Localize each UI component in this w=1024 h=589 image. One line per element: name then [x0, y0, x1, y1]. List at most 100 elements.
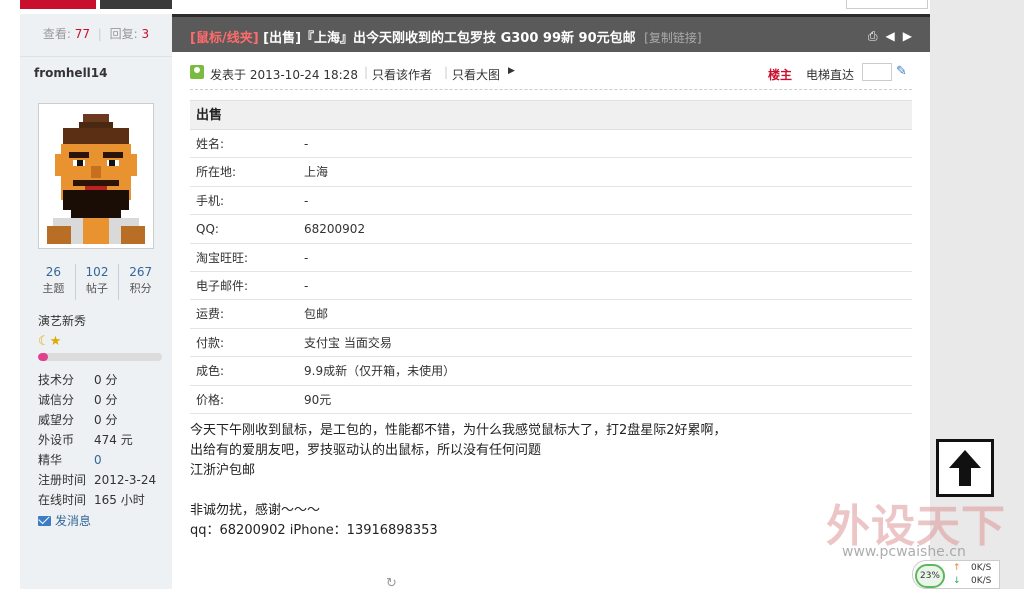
rank-progress-bar [38, 353, 162, 361]
info-value: 0 分 [94, 393, 118, 407]
info-value[interactable]: 0 [94, 450, 102, 470]
info-value: 165 小时 [94, 493, 145, 507]
post-body-blank [190, 481, 890, 501]
info-key: 外设币 [38, 433, 75, 447]
table-key: 淘宝旺旺: [196, 250, 249, 265]
post-body-line: 江浙沪包邮 [190, 463, 256, 478]
next-icon[interactable]: ▶ [903, 29, 912, 44]
table-key: QQ: [196, 222, 219, 237]
title-actions: ⎙ ◀ ▶ [868, 29, 912, 44]
info-value: 0 分 [94, 413, 118, 427]
top-tab-red[interactable] [20, 0, 96, 9]
thread-title-bar: [鼠标/线夹] [出售]『上海』出今天刚收到的工包罗技 G300 99新 90元… [172, 14, 930, 52]
info-key: 威望分 [38, 413, 75, 427]
only-big-image-link[interactable]: 只看大图 [452, 66, 500, 83]
post-body-line: 今天下午刚收到鼠标，是工包的，性能都不错，为什么我感觉鼠标大了，打2盘星际2好累… [190, 423, 727, 438]
network-percent: 23% [915, 564, 945, 588]
count-points-label: 积分 [129, 282, 152, 295]
count-topics[interactable]: 26 主题 [32, 264, 76, 300]
post-body-line: 出给有的爱朋友吧，罗技驱动认的出鼠标，所以没有任何问题 [190, 443, 542, 458]
replies-count: 3 [141, 27, 150, 41]
table-key: 手机: [196, 193, 225, 208]
meta-separator: | [364, 65, 369, 79]
thread-stats: 查看: 77 | 回复: 3 [20, 14, 172, 54]
top-strip [0, 0, 1024, 14]
table-value: 上海 [304, 165, 329, 180]
author-counts: 26 主题 102 帖子 267 积分 [32, 264, 162, 300]
prev-icon[interactable]: ◀ [886, 29, 895, 44]
table-row: 运费: 包邮 [190, 300, 912, 329]
top-search-box[interactable] [846, 0, 928, 9]
table-key: 成色: [196, 364, 225, 379]
info-key: 技术分 [38, 373, 75, 387]
info-value: 2012-3-24 [94, 473, 157, 487]
views-label: 查看: [42, 27, 71, 41]
count-points[interactable]: 267 积分 [119, 264, 162, 300]
info-value: 474 元 [94, 433, 133, 447]
network-speed-widget[interactable]: 23% ↑ 0K/S ↓ 0K/S [912, 560, 1000, 589]
table-row: 价格: 90元 [190, 386, 912, 414]
table-row: 淘宝旺旺: - [190, 244, 912, 272]
table-value: 9.9成新（仅开箱，未使用） [304, 364, 456, 379]
go-icon[interactable]: ✎ [896, 64, 907, 79]
thread-title-text: [出售]『上海』出今天刚收到的工包罗技 G300 99新 90元包邮 [263, 31, 636, 46]
thread-category[interactable]: [鼠标/线夹] [190, 31, 259, 46]
download-arrow-icon: ↓ [953, 576, 961, 586]
author-sidebar: 查看: 77 | 回复: 3 fromhell14 26 主题 102 帖子 2… [20, 14, 172, 589]
table-value: 支付宝 当面交易 [304, 335, 392, 350]
thread-title: [鼠标/线夹] [出售]『上海』出今天刚收到的工包罗技 G300 99新 90元… [190, 27, 702, 46]
table-value: 68200902 [304, 222, 366, 237]
post-body-line: 非诚勿扰，感谢～～～ [190, 503, 321, 518]
info-row: 注册时间 2012-3-24 [38, 470, 168, 490]
count-posts[interactable]: 102 帖子 [76, 264, 120, 300]
table-row: 姓名: - [190, 130, 912, 159]
triangle-right-icon[interactable]: ▶ [508, 66, 515, 76]
info-row: 诚信分 0 分 [38, 390, 168, 410]
table-value: - [304, 137, 309, 151]
stats-separator: | [97, 27, 102, 41]
count-topics-label: 主题 [42, 282, 65, 295]
avatar-image [43, 108, 149, 244]
table-key: 电子邮件: [196, 278, 249, 293]
table-row: 成色: 9.9成新（仅开箱，未使用） [190, 357, 912, 386]
count-topics-number: 26 [45, 265, 61, 279]
back-to-top-icon [949, 450, 981, 486]
posted-time: 发表于 2013-10-24 18:28 [210, 68, 358, 82]
floor-owner-label: 楼主 [768, 68, 793, 82]
copy-link-button[interactable]: [复制链接] [644, 31, 701, 45]
table-value: - [304, 193, 309, 208]
send-message-link[interactable]: 发消息 [38, 512, 91, 529]
post-meta: 发表于 2013-10-24 18:28 | 只看该作者 | 只看大图 ▶ 楼主… [190, 62, 912, 84]
meta-divider [190, 89, 912, 90]
post-body-line: qq：68200902 iPhone：13916898353 [190, 523, 438, 538]
print-icon[interactable]: ⎙ [868, 29, 878, 44]
watermark-url: www.pcwaishe.cn [842, 544, 966, 560]
table-key: 所在地: [196, 165, 237, 180]
count-points-number: 267 [129, 265, 153, 279]
sidebar-divider [20, 56, 172, 57]
table-value: 90元 [304, 392, 332, 407]
user-icon [190, 65, 204, 79]
top-tab-dark[interactable] [100, 0, 172, 9]
rank-progress-fill [38, 353, 48, 361]
post-body: 今天下午刚收到鼠标，是工包的，性能都不错，为什么我感觉鼠标大了，打2盘星际2好累… [190, 421, 890, 541]
only-author-link[interactable]: 只看该作者 [372, 66, 432, 83]
back-to-top-button[interactable] [936, 439, 994, 497]
table-key: 付款: [196, 335, 225, 350]
meta-separator: | [444, 65, 449, 79]
views-count: 77 [74, 27, 90, 41]
loading-icon: ↻ [386, 576, 397, 589]
avatar[interactable] [38, 103, 154, 249]
info-key: 注册时间 [38, 473, 87, 487]
info-row: 精华 0 [38, 450, 168, 470]
author-username[interactable]: fromhell14 [34, 66, 108, 80]
sale-table-header: 出售 [190, 100, 912, 130]
info-key: 精华 [38, 453, 63, 467]
info-row: 技术分 0 分 [38, 370, 168, 390]
user-rank: 演艺新秀 [38, 314, 87, 328]
floor-input[interactable] [862, 63, 892, 81]
table-row: 所在地: 上海 [190, 158, 912, 187]
table-key: 价格: [196, 392, 225, 407]
table-row: 付款: 支付宝 当面交易 [190, 329, 912, 358]
info-row: 在线时间 165 小时 [38, 490, 168, 510]
